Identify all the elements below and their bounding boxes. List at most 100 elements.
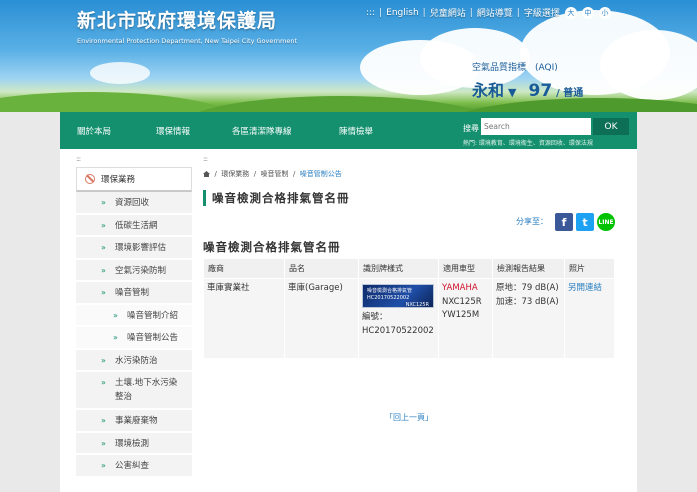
- search-input[interactable]: [481, 118, 591, 135]
- sidebar-item[interactable]: » 事業廢棄物: [76, 410, 192, 433]
- code-value: HC20170522002: [362, 325, 434, 336]
- chevron-right-icon: »: [101, 198, 106, 207]
- sidebar-heading-label: 環保業務: [101, 175, 136, 185]
- search-button[interactable]: OK: [593, 118, 629, 135]
- sidebar-item-label: 空氣污染防制: [115, 265, 167, 276]
- font-large-button[interactable]: 大: [564, 6, 577, 19]
- site-subtitle: Environmental Protection Department, New…: [77, 37, 298, 45]
- plate-text: 噪音檢測合格排氣管: [367, 288, 413, 294]
- sidebar-item-label: 噪音管制公告: [127, 333, 179, 343]
- aqi-label: 空氣品質指標 (AQI): [472, 63, 558, 73]
- chevron-right-icon: »: [101, 220, 106, 230]
- content-panel: ::: 環保業務 » 資源回收» 低碳生活網» 環境影響評估» 空氣污染防制» 噪音管制»…: [60, 149, 637, 492]
- sidebar-item[interactable]: » 空氣污染防制: [76, 259, 192, 282]
- font-medium-button[interactable]: 中: [581, 6, 594, 19]
- sidebar-item[interactable]: » 低碳生活網: [76, 214, 192, 237]
- chevron-right-icon: »: [113, 310, 118, 320]
- chevron-right-icon: »: [101, 288, 106, 297]
- chevron-right-icon: »: [113, 333, 118, 342]
- site-title[interactable]: 新北市政府環境保護局: [77, 6, 277, 33]
- plate-cell: 噪音檢測合格排氣管 HC20170522002 NXC125R 編號： HC20…: [358, 278, 439, 359]
- chevron-right-icon: »: [101, 378, 106, 387]
- nav-cleaning-teams[interactable]: 各區清潔隊專線: [232, 125, 292, 137]
- photo-link[interactable]: 另開連結: [568, 283, 602, 293]
- sidebar-item-label: 環境檢測: [115, 438, 150, 449]
- home-icon[interactable]: [203, 171, 210, 177]
- photo-cell: 另開連結: [564, 278, 615, 359]
- model-cell: YAMAHA NXC125R YW125M: [438, 278, 493, 359]
- accesskey-link[interactable]: :::: [366, 8, 375, 18]
- aqi-value: 97: [528, 81, 553, 101]
- plate-image: 噪音檢測合格排氣管 HC20170522002 NXC125R: [362, 284, 434, 308]
- line-icon[interactable]: LINE: [597, 213, 615, 231]
- sidebar-item[interactable]: » 公害糾查: [76, 455, 192, 478]
- sidebar-item-label: 資源回收: [115, 198, 150, 208]
- english-link[interactable]: English: [386, 8, 419, 18]
- plate-text: HC20170522002: [367, 295, 410, 301]
- product-cell: 車庫(Garage): [284, 278, 359, 359]
- vendor-cell: 車庫實業社: [203, 278, 285, 359]
- sidebar-item-label: 低碳生活網: [115, 220, 158, 231]
- nav-about[interactable]: 關於本局: [77, 125, 111, 137]
- sidebar-item[interactable]: » 噪音管制介紹: [76, 304, 192, 327]
- chevron-right-icon: »: [101, 416, 106, 425]
- breadcrumb: / 環保業務 / 噪音管制 / 噪音管制公告: [203, 169, 342, 179]
- brand-name: YAMAHA: [442, 283, 478, 293]
- sidebar-item[interactable]: » 噪音管制: [76, 282, 192, 305]
- result-acceleration: 加速：73 dB(A): [496, 296, 559, 307]
- sidebar-list: » 資源回收 » 低碳生活網 » 環境影響評估 » 空氣污染防制 » 噪音管制 » 噪音管制介紹 » 噪音…: [76, 192, 192, 478]
- main-nav: 關於本局 環保情報 各區清潔隊專線 陳情檢舉 搜尋 OK 熱門: 環境教育、環境…: [60, 112, 637, 149]
- aqi-station[interactable]: 永和: [472, 77, 504, 101]
- chevron-right-icon: »: [101, 265, 106, 275]
- chevron-right-icon: »: [101, 438, 106, 448]
- sidebar-item-label: 水污染防治: [115, 355, 158, 366]
- sidebar-item[interactable]: » 環境檢測: [76, 432, 192, 455]
- breadcrumb-item[interactable]: 環保業務: [221, 170, 249, 178]
- share-label: 分享至：: [516, 217, 548, 226]
- header-banner: 新北市政府環境保護局 Environmental Protection Depa…: [0, 0, 697, 112]
- sidebar-item-label: 噪音管制: [115, 288, 150, 298]
- section-title: 噪音檢測合格排氣管名冊: [203, 240, 341, 254]
- sidebar-item[interactable]: » 土壤.地下水污染整治: [76, 372, 192, 410]
- sidebar-item-label: 噪音管制介紹: [127, 310, 179, 321]
- sidebar-item-label: 公害糾查: [115, 461, 150, 471]
- chevron-right-icon: »: [101, 355, 106, 365]
- font-small-button[interactable]: 小: [598, 6, 611, 19]
- kids-site-link[interactable]: 兒童網站: [430, 6, 466, 19]
- code-label: 編號：: [362, 312, 388, 322]
- col-header: 識別牌樣式: [358, 258, 439, 279]
- model-name: NXC125R: [442, 296, 482, 307]
- model-name: YW125M: [442, 310, 480, 321]
- table-row: 車庫實業社 車庫(Garage) 噪音檢測合格排氣管 HC20170522002…: [203, 278, 615, 359]
- aqi-status: / 普通: [556, 88, 584, 99]
- back-link[interactable]: 「回上一頁」: [385, 412, 433, 423]
- sidebar-item-label: 土壤.地下水污染整治: [115, 378, 178, 402]
- facebook-icon[interactable]: f: [555, 213, 573, 231]
- sitemap-link[interactable]: 網站導覽: [477, 6, 513, 19]
- col-header: 廠商: [203, 258, 285, 279]
- main-content: ::: / 環保業務 / 噪音管制 / 噪音管制公告 噪音檢測合格排氣管名冊 分…: [203, 155, 615, 422]
- main-accesskey[interactable]: :::: [203, 155, 615, 167]
- result-cell: 原地：79 dB(A) 加速：73 dB(A): [492, 278, 565, 359]
- breadcrumb-current[interactable]: 噪音管制公告: [300, 170, 342, 178]
- sidebar-accesskey[interactable]: :::: [76, 155, 192, 167]
- caret-down-icon[interactable]: ▼: [508, 86, 516, 99]
- col-header: 照片: [564, 258, 615, 279]
- muffler-table: 廠商 品名 識別牌樣式 適用車型 檢測報告結果 照片 車庫實業社 車庫(Gara…: [203, 258, 615, 359]
- twitter-icon[interactable]: t: [576, 213, 594, 231]
- sidebar-heading[interactable]: 環保業務: [76, 167, 192, 192]
- sidebar-item[interactable]: » 噪音管制公告: [76, 327, 192, 350]
- breadcrumb-item[interactable]: 噪音管制: [261, 170, 289, 178]
- sidebar-item[interactable]: » 資源回收: [76, 192, 192, 215]
- sidebar-item-label: 事業廢棄物: [115, 416, 158, 426]
- sidebar-item[interactable]: » 環境影響評估: [76, 237, 192, 260]
- nav-news[interactable]: 環保情報: [156, 125, 190, 137]
- nav-complaints[interactable]: 陳情檢舉: [339, 125, 373, 137]
- hot-keywords[interactable]: 熱門: 環境教育、環境衛生、資源回收、環保法規: [463, 138, 593, 147]
- col-header: 檢測報告結果: [492, 258, 565, 279]
- top-links: ::: | English | 兒童網站 | 網站導覽 | 字級選擇 大 中 小: [366, 6, 611, 19]
- page-title: 噪音檢測合格排氣管名冊: [203, 190, 350, 206]
- sidebar-item[interactable]: » 水污染防治: [76, 349, 192, 372]
- aqi-widget: 永和 ▼ 97 / 普通: [472, 77, 583, 101]
- sidebar: ::: 環保業務 » 資源回收» 低碳生活網» 環境影響評估» 空氣污染防制» 噪音管制»…: [76, 155, 192, 478]
